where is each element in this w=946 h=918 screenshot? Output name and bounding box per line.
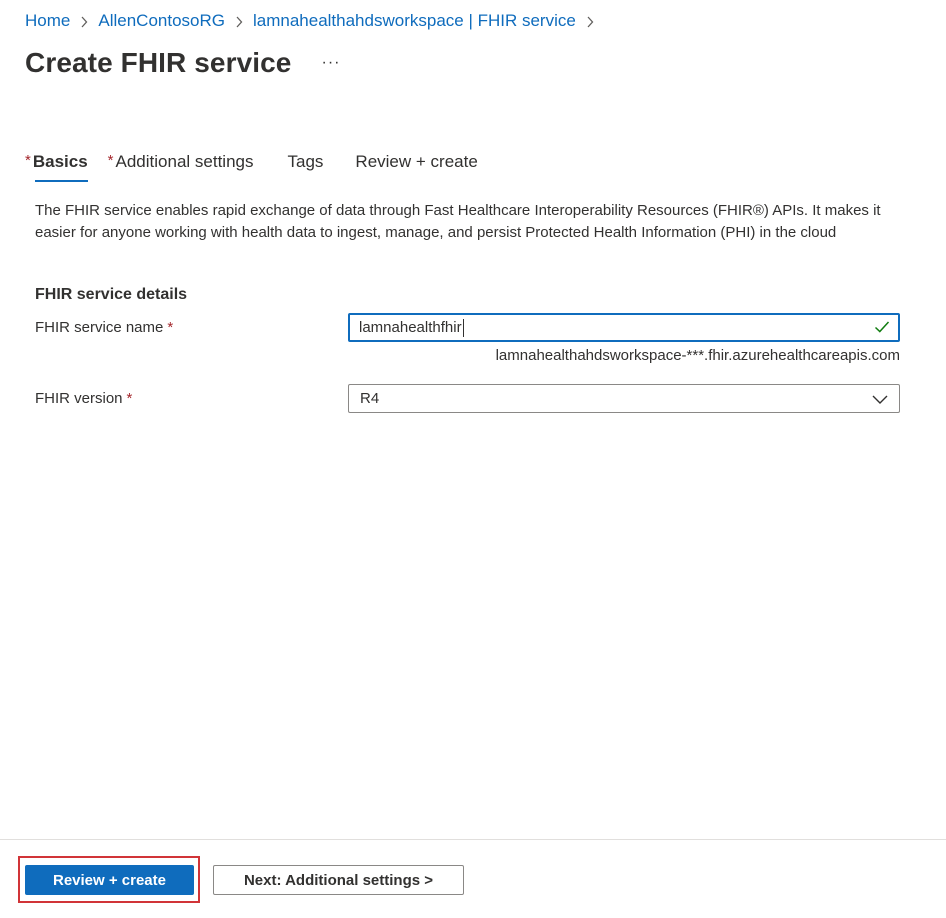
next-additional-settings-button[interactable]: Next: Additional settings > <box>213 865 464 895</box>
tab-bar: * Basics * Additional settings Tags Review… <box>25 148 478 184</box>
tab-additional-settings[interactable]: * Additional settings <box>108 148 254 184</box>
service-description: The FHIR service enables rapid exchange … <box>35 202 881 241</box>
tab-basics[interactable]: * Basics <box>25 148 88 184</box>
checkmark-icon <box>874 320 890 339</box>
review-create-button[interactable]: Review + create <box>25 865 194 895</box>
fhir-version-label: FHIR version * <box>35 390 132 407</box>
required-marker: * <box>107 152 114 169</box>
fhir-service-name-input[interactable]: lamnahealthfhir <box>348 313 900 342</box>
create-fhir-service-page: Home AllenContosoRG lamnahealthahdsworks… <box>0 0 946 918</box>
required-marker: * <box>167 319 174 336</box>
field-label-text: FHIR version <box>35 390 123 407</box>
chevron-right-icon <box>70 11 98 31</box>
chevron-right-icon <box>576 11 604 31</box>
breadcrumb: Home AllenContosoRG lamnahealthahdsworks… <box>25 10 604 32</box>
more-options-icon[interactable]: ··· <box>321 54 340 72</box>
fhir-service-name-label: FHIR service name * <box>35 319 173 336</box>
field-label-text: FHIR service name <box>35 319 164 336</box>
required-marker: * <box>25 152 31 169</box>
page-title: Create FHIR service <box>25 47 292 78</box>
tab-review-create[interactable]: Review + create <box>355 148 477 184</box>
breadcrumb-resource-group[interactable]: AllenContosoRG <box>98 11 225 31</box>
text-caret <box>462 318 464 337</box>
breadcrumb-home[interactable]: Home <box>25 11 70 31</box>
section-title: FHIR service details <box>35 286 188 303</box>
tab-tags[interactable]: Tags <box>288 148 324 184</box>
required-marker: * <box>126 390 133 407</box>
service-url-hint: lamnahealthahdsworkspace-***.fhir.azureh… <box>495 347 900 364</box>
title-row: Create FHIR service ··· <box>25 44 340 82</box>
tab-label: Tags <box>287 152 324 171</box>
input-value: lamnahealthfhir <box>359 319 462 336</box>
chevron-right-icon <box>225 11 253 31</box>
select-value: R4 <box>360 390 380 407</box>
tab-label: Basics <box>32 152 88 171</box>
footer-divider <box>0 839 946 840</box>
tab-label: Additional settings <box>115 152 254 171</box>
fhir-version-select[interactable]: R4 <box>348 384 900 413</box>
tab-label: Review + create <box>355 152 478 171</box>
breadcrumb-workspace[interactable]: lamnahealthahdsworkspace | FHIR service <box>253 11 576 31</box>
chevron-down-icon <box>871 391 889 412</box>
